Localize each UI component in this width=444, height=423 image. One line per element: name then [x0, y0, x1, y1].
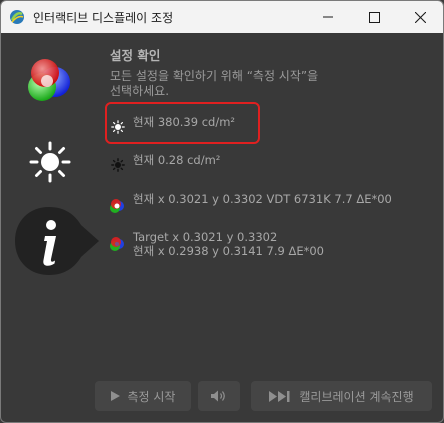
maximize-icon [368, 11, 380, 23]
white-point-value: 현재 x 0.3021 y 0.3302 VDT 6731K 7.7 ΔE*00 [133, 192, 392, 206]
close-icon [414, 11, 426, 23]
black-luminance-value: 현재 0.28 cd/m² [133, 153, 221, 167]
continue-calibration-button[interactable]: 캘리브레이션 계속진행 [251, 381, 432, 411]
continue-calibration-label: 캘리브레이션 계속진행 [299, 389, 414, 404]
current-value: 현재 x 0.2938 y 0.3141 7.9 ΔE*00 [133, 244, 324, 258]
close-button[interactable] [397, 1, 443, 33]
maximize-button[interactable] [351, 1, 397, 33]
white-point-rgb-icon [110, 199, 124, 213]
skip-forward-icon [269, 390, 290, 402]
start-measurement-label: 측정 시작 [127, 389, 176, 404]
sound-toggle-button[interactable] [198, 381, 240, 411]
title-bar: 인터랙티브 디스플레이 조정 [1, 1, 443, 33]
rgb-target-icon [110, 237, 124, 251]
description-line: 모든 설정을 확인하기 위해 “측정 시작”을 [110, 69, 319, 83]
rgb-color-icon[interactable] [25, 55, 75, 105]
white-luminance-value: 현재 380.39 cd/m² [133, 115, 236, 129]
play-icon [110, 391, 120, 401]
minimize-icon [323, 16, 333, 18]
brightness-sun-icon[interactable] [29, 141, 71, 183]
app-window: 인터랙티브 디스플레이 조정 설정 확인 모든 설정을 확인하기 위해 “측정 … [0, 0, 444, 423]
info-icon[interactable] [13, 205, 103, 279]
target-value: Target x 0.3021 y 0.3302 [133, 230, 278, 244]
main-content: 설정 확인 모든 설정을 확인하기 위해 “측정 시작”을 선택하세요. 현재 … [1, 33, 443, 422]
section-heading: 설정 확인 [110, 48, 161, 63]
speaker-icon [211, 390, 225, 402]
start-measurement-button[interactable]: 측정 시작 [95, 381, 191, 411]
app-logo-icon [10, 10, 24, 24]
description-line: 선택하세요. [110, 84, 170, 98]
minimize-button[interactable] [305, 1, 351, 33]
white-sun-icon [111, 120, 125, 134]
black-sun-icon [111, 158, 125, 172]
section-description: 모든 설정을 확인하기 위해 “측정 시작”을 선택하세요. [110, 69, 410, 99]
window-title: 인터랙티브 디스플레이 조정 [33, 11, 174, 25]
